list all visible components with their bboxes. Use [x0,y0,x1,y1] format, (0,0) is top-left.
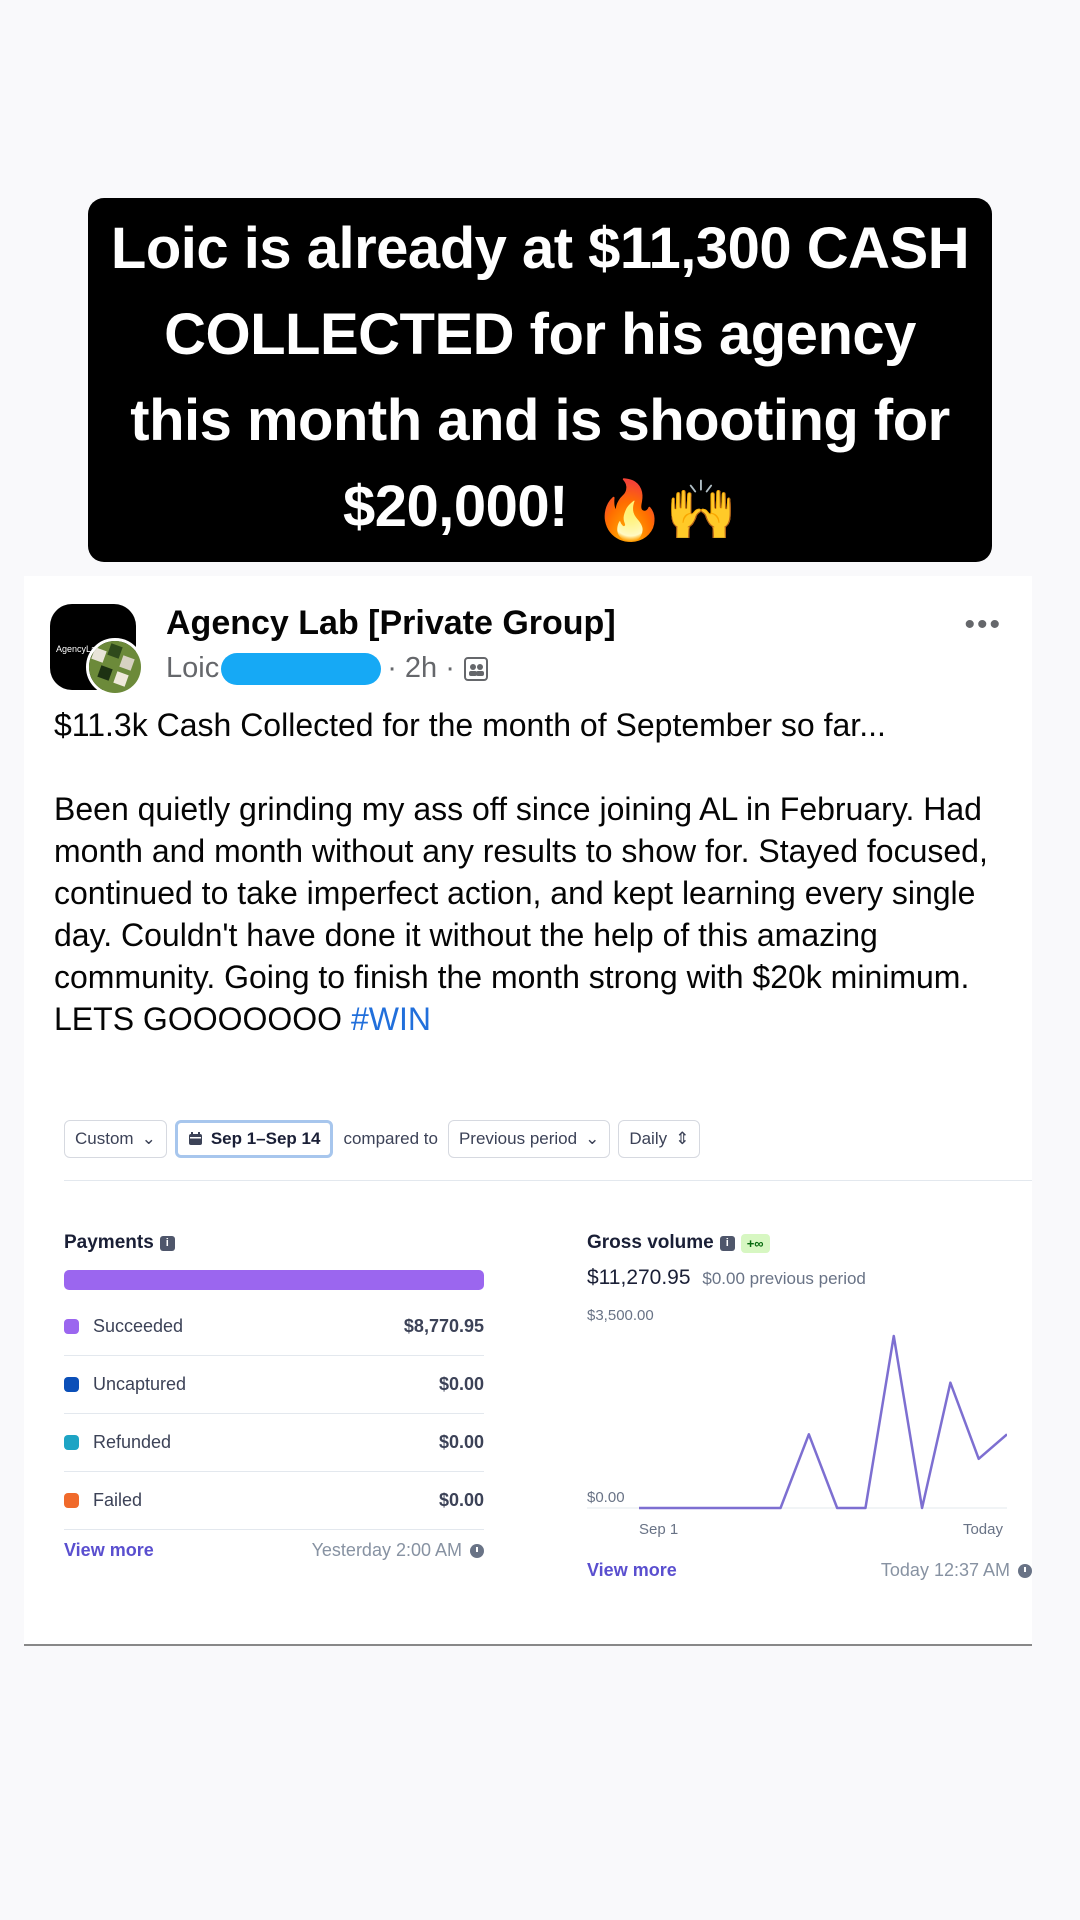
gross-footer: View more Today 12:37 AM [587,1560,1032,1581]
gross-value: $11,270.95 [587,1266,691,1289]
stripe-dashboard: Custom ⌄ Sep 1–Sep 14 compared to Previo… [24,1108,1032,1646]
filter-bar: Custom ⌄ Sep 1–Sep 14 compared to Previo… [64,1120,701,1158]
payment-row-label: Refunded [93,1432,172,1452]
payments-view-more-link[interactable]: View more [64,1540,154,1561]
series-line-0 [639,1334,1007,1510]
change-badge: +∞ [740,1233,770,1253]
payment-row-label: Uncaptured [93,1374,187,1394]
payment-row-value: $0.00 [438,1432,484,1452]
gross-volume-chart[interactable]: $3,500.00 $0.00 Sep 1 Today [587,1308,1007,1556]
facebook-post: AgencyLab Agency Lab [Private Group] Loi… [24,576,1032,1108]
payments-footer: View more Yesterday 2:00 AM [64,1540,484,1561]
gross-view-more-link[interactable]: View more [587,1560,677,1581]
payments-updated: Yesterday 2:00 AM [312,1540,484,1561]
gross-volume-panel: Gross volume i +∞ $11,270.95 $0.00 previ… [587,1232,1032,1581]
chevron-down-icon: ⌄ [585,1129,600,1148]
x-tick-label-start: Sep 1 [639,1521,678,1538]
gross-value-row: $11,270.95 $0.00 previous period [587,1266,1032,1290]
status-dot [64,1493,79,1508]
hashtag-link[interactable]: #WIN [351,1001,431,1037]
gross-updated: Today 12:37 AM [881,1560,1032,1581]
clock-icon [470,1543,484,1558]
date-range-label: Sep 1–Sep 14 [210,1129,321,1148]
author-name-link[interactable]: Loic [166,652,219,685]
author-avatar-image [89,641,141,693]
redaction-mark [221,652,382,685]
gross-title: Gross volume [587,1232,714,1253]
payments-bar [64,1270,484,1290]
range-type-dropdown[interactable]: Custom ⌄ [64,1120,167,1158]
payments-panel: Payments i Succeeded $8,770.95 Uncapture… [64,1232,484,1561]
interval-label: Daily [629,1129,668,1148]
payment-row-value: $0.00 [438,1490,484,1510]
calendar-icon [188,1132,202,1145]
info-icon[interactable]: i [159,1235,175,1251]
headline-banner: Loic is already at $11,300 CASH COLLECTE… [88,198,992,562]
payments-title: Payments [64,1232,154,1253]
info-icon[interactable]: i [719,1235,735,1251]
status-dot [64,1435,79,1450]
more-options-icon[interactable]: ••• [964,608,1002,642]
range-type-label: Custom [75,1129,134,1148]
y-tick-label-max: $3,500.00 [587,1308,654,1324]
gross-updated-time: Today 12:37 AM [880,1560,1010,1580]
payments-title-row: Payments i [64,1232,484,1254]
payments-list: Succeeded $8,770.95 Uncaptured $0.00 Ref… [64,1298,484,1530]
y-tick-label-min: $0.00 [587,1489,625,1506]
interval-select[interactable]: Daily ⇕ [618,1120,701,1158]
date-range-picker[interactable]: Sep 1–Sep 14 [174,1120,334,1158]
updown-chevron-icon: ⇕ [675,1129,690,1148]
post-time[interactable]: · 2h · [387,652,455,685]
status-dot [64,1377,79,1392]
payment-row-value: $8,770.95 [403,1316,484,1336]
chevron-down-icon: ⌄ [141,1129,156,1148]
payment-row-value: $0.00 [438,1374,484,1394]
payment-row-failed[interactable]: Failed $0.00 [64,1472,484,1530]
filter-divider [64,1180,1032,1181]
status-dot [64,1319,79,1334]
fire-raised-hands-emoji: 🔥🙌 [593,477,738,543]
post-body: $11.3k Cash Collected for the month of S… [54,704,1014,1040]
author-avatar[interactable] [86,638,144,696]
payments-updated-time: Yesterday 2:00 AM [311,1540,462,1560]
post-meta: Loic · 2h · [166,652,489,685]
comparison-dropdown[interactable]: Previous period ⌄ [447,1120,611,1158]
headline-text: Loic is already at $11,300 CASH COLLECTE… [110,216,970,540]
gross-title-row: Gross volume i +∞ [587,1232,1032,1254]
payment-row-label: Succeeded [93,1316,184,1336]
post-text: $11.3k Cash Collected for the month of S… [54,707,988,1037]
payment-row-uncaptured[interactable]: Uncaptured $0.00 [64,1356,484,1414]
payment-row-succeeded[interactable]: Succeeded $8,770.95 [64,1298,484,1356]
x-tick-label-end: Today [963,1521,1004,1538]
clock-icon [1018,1563,1032,1578]
headline-text-block: Loic is already at $11,300 CASH COLLECTE… [106,206,974,554]
payment-row-refunded[interactable]: Refunded $0.00 [64,1414,484,1472]
group-audience-icon [463,656,488,681]
compared-to-label: compared to [343,1129,438,1148]
payment-row-label: Failed [93,1490,143,1510]
previous-period-value: $0.00 previous period [702,1269,866,1288]
comparison-label: Previous period [458,1129,578,1148]
gross-volume-chart-svg: $3,500.00 $0.00 Sep 1 Today [587,1308,1007,1538]
group-name-link[interactable]: Agency Lab [Private Group] [166,604,616,643]
